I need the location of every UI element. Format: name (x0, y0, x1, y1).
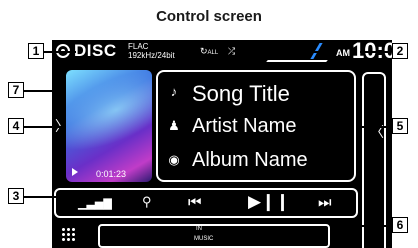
leader-line (24, 126, 64, 128)
status-divider (266, 60, 328, 62)
track-title-row: ♪ Song Title (158, 78, 358, 108)
shuffle-icon[interactable]: ⤮ (228, 46, 235, 57)
leader-line (272, 51, 320, 53)
bottom-info-box[interactable]: IN MUSIC (98, 224, 330, 248)
play-pause-icon[interactable]: ▶❙❙ (248, 192, 290, 212)
leader-line (24, 196, 56, 198)
callout-7: 7 (8, 82, 24, 98)
callout-5: 5 (392, 118, 408, 134)
callout-2: 2 (392, 43, 408, 59)
disc-icon: ◉ (168, 152, 180, 167)
track-info-panel[interactable]: ♪ Song Title ♟ Artist Name ◉ Album Name (156, 70, 356, 182)
callout-6: 6 (392, 217, 408, 233)
format-rate: 192kHz/24bit (128, 51, 175, 60)
audio-format: FLAC 192kHz/24bit (128, 42, 175, 60)
callout-1: 1 (28, 43, 44, 59)
control-screen: DISC FLAC 192kHz/24bit ↻ALL ⤮ AM 10:00 〉… (52, 40, 392, 248)
album-name: Album Name (192, 149, 308, 171)
previous-track-icon[interactable]: ⏮ (188, 194, 202, 211)
next-track-icon[interactable]: ⏭ (318, 194, 332, 211)
format-codec: FLAC (128, 42, 149, 51)
play-indicator-icon (72, 168, 78, 176)
leader-line (360, 225, 390, 227)
repeat-all-icon[interactable]: ↻ALL (200, 46, 218, 57)
source-label[interactable]: DISC (74, 41, 117, 61)
leader-line (24, 90, 64, 92)
person-icon: ♟ (168, 118, 180, 133)
equalizer-icon[interactable]: ▁▃▅▇ (78, 197, 112, 210)
repeat-label: ALL (207, 50, 219, 56)
song-title: Song Title (192, 81, 290, 106)
bottom-line-1: IN (196, 226, 202, 232)
playback-time: 0:01:23 (96, 169, 127, 179)
artist-name: Artist Name (192, 115, 297, 137)
control-bar: ▁▃▅▇ ⚲ ⏮ ▶❙❙ ⏭ (54, 188, 358, 218)
callout-3: 3 (8, 188, 24, 204)
band-label: AM (336, 48, 350, 58)
album-artwork[interactable]: 0:01:23 (66, 70, 152, 182)
leader-line (44, 51, 76, 53)
search-icon[interactable]: ⚲ (142, 194, 152, 210)
bottom-bar: IN MUSIC (52, 222, 392, 248)
callout-4: 4 (8, 118, 24, 134)
artist-row: ♟ Artist Name (158, 112, 358, 142)
chevron-left-icon: 〈 (370, 124, 384, 140)
bottom-line-2: MUSIC (194, 236, 214, 242)
album-row: ◉ Album Name (158, 146, 358, 176)
status-bar: DISC FLAC 192kHz/24bit ↻ALL ⤮ AM 10:00 (52, 40, 392, 66)
leader-line (360, 51, 390, 53)
menu-grid-icon[interactable] (61, 227, 75, 241)
music-note-icon: ♪ (170, 84, 178, 99)
page-title: Control screen (156, 8, 262, 25)
leader-line (360, 126, 390, 128)
